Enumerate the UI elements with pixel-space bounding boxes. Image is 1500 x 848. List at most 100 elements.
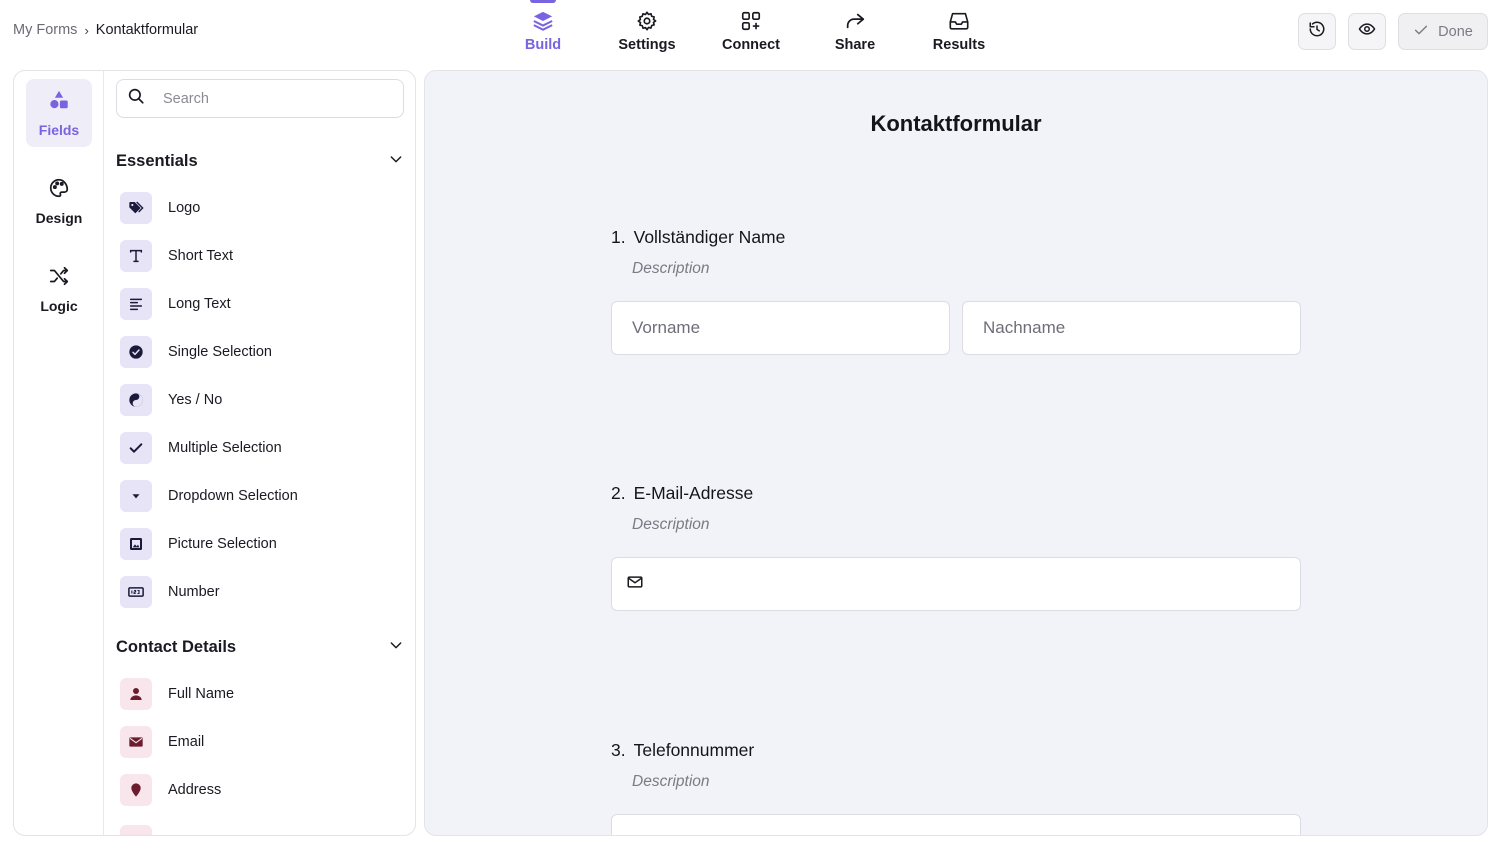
align-left-icon (120, 288, 152, 320)
palette-icon (48, 177, 70, 204)
field-item-single-selection[interactable]: Single Selection (120, 332, 400, 372)
tab-results[interactable]: Results (907, 0, 1011, 62)
question-2[interactable]: 2. E-Mail-Adresse Description (611, 483, 1301, 534)
chevron-down-icon (388, 637, 404, 658)
check-circle-icon (120, 336, 152, 368)
field-item-picture-selection[interactable]: Picture Selection (120, 524, 400, 564)
field-item-label: Number (168, 584, 220, 600)
question-description[interactable]: Description (611, 773, 1301, 791)
rail-design-label: Design (35, 209, 83, 226)
preview-button[interactable] (1348, 13, 1386, 50)
shapes-icon (48, 89, 70, 116)
top-actions: Done (1298, 13, 1488, 50)
question-label[interactable]: E-Mail-Adresse (634, 483, 754, 504)
field-item-label: Logo (168, 200, 201, 216)
search-box (116, 79, 404, 118)
field-item-full-name[interactable]: Full Name (120, 674, 400, 714)
question-1[interactable]: 1. Vollständiger Name Description (611, 227, 1301, 278)
done-label: Done (1438, 23, 1473, 40)
first-name-input[interactable]: Vorname (611, 301, 950, 355)
breadcrumb: My Forms › Kontaktformular (13, 22, 198, 38)
field-item-label: Yes / No (168, 392, 223, 408)
form-canvas: Kontaktformular 1. Vollständiger Name De… (424, 70, 1488, 836)
field-item-label: Short Text (168, 248, 234, 264)
section-essentials-header[interactable]: Essentials (116, 151, 404, 172)
question-label[interactable]: Telefonnummer (634, 740, 755, 761)
question-description[interactable]: Description (611, 260, 1301, 278)
search-icon (127, 87, 145, 110)
field-item-yes-no[interactable]: Yes / No (120, 380, 400, 420)
history-icon (1308, 20, 1326, 43)
phone-input[interactable] (611, 814, 1301, 835)
tab-connect-label: Connect (722, 37, 780, 53)
field-item-number[interactable]: Number (120, 572, 400, 612)
tab-connect[interactable]: Connect (699, 0, 803, 62)
layers-icon (531, 9, 555, 33)
map-pin-icon (120, 774, 152, 806)
first-name-placeholder: Vorname (632, 318, 701, 337)
question-description[interactable]: Description (611, 516, 1301, 534)
text-t-icon (120, 240, 152, 272)
history-button[interactable] (1298, 13, 1336, 50)
field-item-label: Picture Selection (168, 536, 277, 552)
done-button[interactable]: Done (1398, 13, 1488, 50)
sidebar-rail: Fields Design Logic (14, 71, 104, 835)
section-contact-title: Contact Details (116, 638, 237, 656)
field-item-long-text[interactable]: Long Text (120, 284, 400, 324)
question-number: 1. (611, 227, 626, 247)
question-label[interactable]: Vollständiger Name (634, 227, 786, 248)
tab-build[interactable]: Build (491, 0, 595, 62)
field-item-email[interactable]: Email (120, 722, 400, 762)
field-item-label: Single Selection (168, 344, 272, 360)
breadcrumb-my-forms-link[interactable]: My Forms (13, 22, 77, 38)
rail-logic-label: Logic (40, 297, 78, 314)
question-title: 3. Telefonnummer (611, 740, 1301, 761)
field-item-label: Dropdown Selection (168, 488, 298, 504)
tab-share-label: Share (834, 37, 876, 53)
field-item-label: Full Name (168, 686, 235, 702)
tab-share[interactable]: Share (803, 0, 907, 62)
tag-icon (120, 192, 152, 224)
apps-plus-icon (739, 9, 763, 33)
field-item-dropdown-selection[interactable]: Dropdown Selection (120, 476, 400, 516)
search-input[interactable] (163, 90, 383, 107)
field-item-address[interactable]: Address (120, 770, 400, 810)
field-item-label: Multiple Selection (168, 440, 282, 456)
eye-icon (1358, 20, 1376, 43)
share-arrow-icon (843, 9, 867, 33)
question-title: 2. E-Mail-Adresse (611, 483, 1301, 504)
last-name-placeholder: Nachname (983, 318, 1066, 337)
last-name-input[interactable]: Nachname (962, 301, 1301, 355)
field-item-short-text[interactable]: Short Text (120, 236, 400, 276)
fields-column: Essentials Logo Short Text Long Text (116, 71, 404, 835)
section-contact-header[interactable]: Contact Details (116, 637, 404, 658)
rail-item-logic[interactable]: Logic (26, 255, 92, 323)
caret-down-icon (120, 480, 152, 512)
chevron-down-icon (388, 151, 404, 172)
tab-build-label: Build (524, 37, 562, 53)
field-item-label: Address (168, 782, 222, 798)
gear-icon (635, 9, 659, 33)
breadcrumb-current: Kontaktformular (95, 22, 199, 38)
field-item-logo[interactable]: Logo (120, 188, 400, 228)
section-essentials-title: Essentials (116, 152, 198, 170)
tab-settings-label: Settings (618, 37, 676, 53)
breadcrumb-separator: › (84, 22, 89, 38)
inbox-icon (947, 9, 971, 33)
check-icon (1413, 22, 1429, 42)
form-title[interactable]: Kontaktformular (425, 111, 1487, 137)
question-3[interactable]: 3. Telefonnummer Description (611, 740, 1301, 791)
number-icon (120, 576, 152, 608)
tab-settings[interactable]: Settings (595, 0, 699, 62)
rail-item-fields[interactable]: Fields (26, 79, 92, 147)
question-title: 1. Vollständiger Name (611, 227, 1301, 248)
tab-results-label: Results (932, 37, 986, 53)
email-input[interactable] (611, 557, 1301, 611)
envelope-icon (120, 726, 152, 758)
field-item-label: Long Text (168, 296, 231, 312)
image-icon (120, 528, 152, 560)
builder-sidebar: Fields Design Logic Essentials (13, 70, 416, 836)
field-item-multiple-selection[interactable]: Multiple Selection (120, 428, 400, 468)
rail-item-design[interactable]: Design (26, 167, 92, 235)
rail-fields-label: Fields (38, 121, 80, 138)
